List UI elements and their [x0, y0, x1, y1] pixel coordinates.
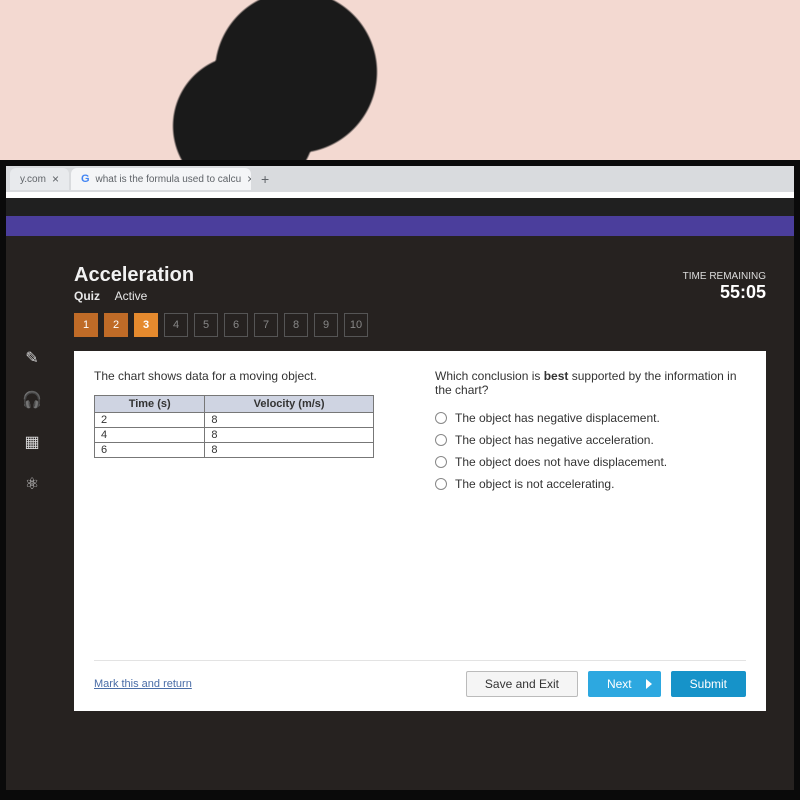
submit-button[interactable]: Submit [671, 671, 746, 697]
radio-icon[interactable] [435, 412, 447, 424]
time-remaining-value: 55:05 [683, 282, 766, 303]
answer-option-4[interactable]: The object is not accelerating. [435, 477, 746, 491]
right-prompt-text: Which conclusion is best supported by th… [435, 369, 746, 397]
quiz-shell: ✎ 🎧 ▦ ⚛ Acceleration Quiz Active TIME RE… [6, 236, 794, 796]
question-nav-6[interactable]: 6 [224, 313, 248, 337]
prompt-pre: Which conclusion is [435, 369, 544, 383]
table-row: 68 [95, 443, 374, 458]
new-tab-button[interactable]: + [253, 171, 277, 187]
mark-and-return-link[interactable]: Mark this and return [94, 678, 192, 690]
question-nav-2[interactable]: 2 [104, 313, 128, 337]
answer-option-3[interactable]: The object does not have displacement. [435, 455, 746, 469]
table-cell: 8 [205, 443, 374, 458]
radio-icon[interactable] [435, 478, 447, 490]
question-nav-4[interactable]: 4 [164, 313, 188, 337]
answer-option-text: The object has negative acceleration. [455, 433, 654, 447]
answer-option-2[interactable]: The object has negative acceleration. [435, 433, 746, 447]
pencil-icon[interactable]: ✎ [18, 344, 46, 372]
question-nav: 12345678910 [74, 313, 766, 337]
question-nav-3[interactable]: 3 [134, 313, 158, 337]
answer-option-1[interactable]: The object has negative displacement. [435, 411, 746, 425]
question-nav-10[interactable]: 10 [344, 313, 368, 337]
answer-option-text: The object is not accelerating. [455, 477, 614, 491]
table-header: Velocity (m/s) [205, 396, 374, 413]
question-nav-1[interactable]: 1 [74, 313, 98, 337]
time-remaining-label: TIME REMAINING [683, 271, 766, 282]
answer-option-text: The object has negative displacement. [455, 411, 660, 425]
tab-label: what is the formula used to calcu [96, 174, 242, 185]
close-icon[interactable]: × [52, 172, 59, 186]
browser-tab-1[interactable]: y.com × [10, 168, 69, 190]
google-favicon-icon: G [81, 173, 90, 185]
prompt-bold: best [544, 369, 569, 383]
browser-tab-2[interactable]: G what is the formula used to calcu × [71, 168, 251, 190]
browser-tab-strip: y.com × G what is the formula used to ca… [6, 166, 794, 192]
question-left-column: The chart shows data for a moving object… [94, 369, 405, 650]
answer-options: The object has negative displacement. The… [435, 411, 746, 491]
data-table: Time (s)Velocity (m/s) 284868 [94, 395, 374, 458]
tab-label: y.com [20, 174, 46, 185]
save-and-exit-button[interactable]: Save and Exit [466, 671, 578, 697]
page-title: Acceleration [74, 264, 194, 287]
atom-icon[interactable]: ⚛ [18, 470, 46, 498]
physical-foreground-object [140, 0, 400, 180]
table-cell: 2 [95, 413, 205, 428]
calculator-icon[interactable]: ▦ [18, 428, 46, 456]
table-cell: 4 [95, 428, 205, 443]
question-nav-9[interactable]: 9 [314, 313, 338, 337]
table-cell: 6 [95, 443, 205, 458]
mode-label: Quiz [74, 289, 100, 303]
left-prompt-text: The chart shows data for a moving object… [94, 369, 405, 383]
table-row: 48 [95, 428, 374, 443]
question-card: The chart shows data for a moving object… [74, 351, 766, 711]
headphones-icon[interactable]: 🎧 [18, 386, 46, 414]
browser-toolbar-area [6, 192, 794, 198]
question-right-column: Which conclusion is best supported by th… [435, 369, 746, 650]
close-icon[interactable]: × [247, 172, 251, 186]
card-footer: Mark this and return Save and Exit Next … [94, 660, 746, 697]
radio-icon[interactable] [435, 456, 447, 468]
question-nav-8[interactable]: 8 [284, 313, 308, 337]
table-header: Time (s) [95, 396, 205, 413]
status-label: Active [115, 289, 148, 303]
table-cell: 8 [205, 428, 374, 443]
left-tool-rail: ✎ 🎧 ▦ ⚛ [18, 344, 46, 498]
question-nav-5[interactable]: 5 [194, 313, 218, 337]
answer-option-text: The object does not have displacement. [455, 455, 667, 469]
table-row: 28 [95, 413, 374, 428]
question-nav-7[interactable]: 7 [254, 313, 278, 337]
app-header-bar [6, 216, 794, 236]
monitor-frame: y.com × G what is the formula used to ca… [0, 160, 800, 800]
next-button[interactable]: Next [588, 671, 661, 697]
radio-icon[interactable] [435, 434, 447, 446]
table-cell: 8 [205, 413, 374, 428]
time-remaining: TIME REMAINING 55:05 [683, 271, 766, 303]
